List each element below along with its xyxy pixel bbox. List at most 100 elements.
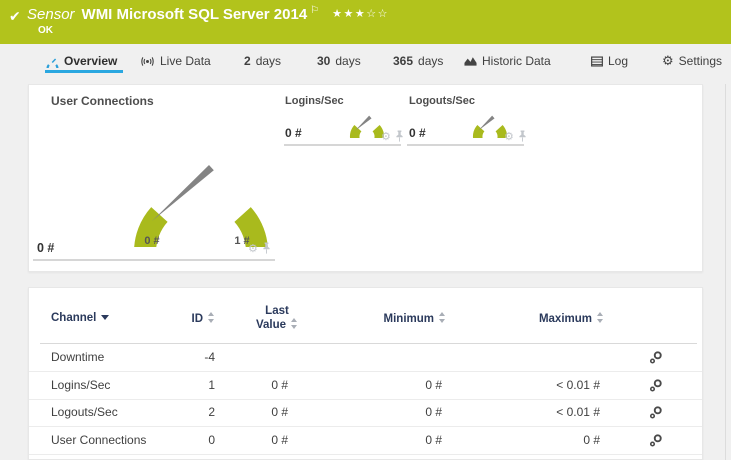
column-header-label: Minimum bbox=[383, 313, 434, 325]
column-header-label: Last bbox=[265, 305, 289, 317]
column-header-id[interactable]: ID bbox=[129, 312, 215, 325]
pin-icon[interactable] bbox=[395, 130, 404, 142]
tab-days-number: 365 bbox=[393, 54, 414, 68]
gauge-scale-min: 0 # bbox=[144, 235, 160, 247]
pin-icon[interactable] bbox=[518, 130, 527, 142]
sensor-page: ✔ Sensor WMI Microsoft SQL Server 2014 ⚐ ★★… bbox=[0, 0, 731, 460]
logouts-gauge-title: Logouts/Sec bbox=[409, 95, 476, 107]
tab-label: Settings bbox=[678, 54, 723, 68]
channel-maximum: < 0.01 # bbox=[556, 378, 600, 392]
gauge-toolbar: ⚙ bbox=[248, 242, 271, 254]
flag-icon[interactable]: ⚐ bbox=[310, 5, 319, 16]
column-header-minimum[interactable]: Minimum bbox=[354, 312, 446, 325]
broadcast-icon bbox=[141, 56, 154, 66]
primary-gauge-value: 0 # bbox=[37, 241, 55, 255]
tab-label: Log bbox=[608, 54, 629, 68]
sensor-title-line: Sensor WMI Microsoft SQL Server 2014 ⚐ ★★★☆… bbox=[27, 5, 389, 23]
logouts-gauge-value: 0 # bbox=[409, 126, 426, 140]
tab-label: Live Data bbox=[160, 54, 211, 68]
sort-arrows-icon bbox=[207, 312, 215, 323]
column-header-last-value[interactable]: Last Value bbox=[242, 305, 312, 332]
channel-last-value: 0 # bbox=[271, 378, 288, 392]
sort-arrows-icon bbox=[438, 312, 446, 323]
column-header-channel[interactable]: Channel bbox=[51, 312, 110, 324]
gauges-panel: User Connections 0 # 1 # 0 # ⚙ Logins/Se… bbox=[28, 84, 703, 272]
channel-name: Logouts/Sec bbox=[51, 405, 118, 419]
gauge-needle bbox=[355, 115, 372, 131]
column-header-label: Maximum bbox=[538, 313, 592, 325]
pin-icon[interactable] bbox=[262, 242, 271, 254]
tab-label: days bbox=[418, 54, 444, 68]
logouts-gauge bbox=[472, 115, 508, 138]
tab-historic-data[interactable]: Historic Data bbox=[464, 54, 551, 68]
channel-settings-icon[interactable] bbox=[641, 344, 671, 371]
gauge-toolbar: ⚙ bbox=[504, 130, 527, 142]
tab-settings[interactable]: ⚙ Settings bbox=[662, 54, 722, 68]
column-header-label: Value bbox=[255, 319, 287, 331]
tab-overview[interactable]: Overview bbox=[46, 54, 117, 68]
tab-2-days[interactable]: 2 days bbox=[244, 54, 281, 68]
active-tab-indicator bbox=[45, 70, 123, 73]
tab-label: Overview bbox=[64, 54, 118, 68]
content-right-edge bbox=[725, 84, 726, 460]
tab-label: Historic Data bbox=[482, 54, 551, 68]
channel-minimum: 0 # bbox=[425, 378, 442, 392]
channel-id: 0 bbox=[208, 433, 215, 447]
channel-settings-icon[interactable] bbox=[641, 427, 671, 454]
gauge-settings-gear-icon[interactable]: ⚙ bbox=[381, 131, 391, 142]
stars-filled: ★★★ bbox=[332, 7, 367, 20]
channel-id: 2 bbox=[208, 405, 215, 419]
channels-table-panel: Channel ID Last Value Minimum Maximum Do… bbox=[28, 287, 703, 460]
tab-label: days bbox=[255, 54, 282, 68]
sensor-kind-label: Sensor bbox=[27, 6, 75, 23]
column-header-maximum[interactable]: Maximum bbox=[511, 312, 604, 325]
table-row-logouts: Logouts/Sec 2 0 # 0 # < 0.01 # bbox=[29, 399, 702, 427]
table-row-user-connections: User Connections 0 0 # 0 # 0 # bbox=[29, 427, 702, 455]
gauge-needle bbox=[478, 115, 495, 131]
tab-live-data[interactable]: Live Data bbox=[140, 54, 211, 68]
tab-log[interactable]: Log bbox=[591, 54, 628, 68]
channel-id: -4 bbox=[204, 350, 215, 364]
gauge-toolbar: ⚙ bbox=[381, 130, 404, 142]
tab-30-days[interactable]: 30 days bbox=[317, 54, 361, 68]
channel-settings-icon[interactable] bbox=[641, 372, 671, 399]
logins-gauge-value: 0 # bbox=[285, 126, 302, 140]
tab-label: days bbox=[335, 54, 361, 68]
channel-settings-icon[interactable] bbox=[641, 399, 671, 426]
gear-icon: ⚙ bbox=[662, 53, 674, 69]
channel-name: Downtime bbox=[51, 350, 105, 364]
channel-name: Logins/Sec bbox=[51, 378, 111, 392]
log-list-icon bbox=[591, 55, 603, 67]
status-ok-check-icon: ✔ bbox=[9, 9, 21, 25]
status-badge: OK bbox=[38, 25, 53, 36]
gauge-needle bbox=[151, 164, 214, 222]
channel-last-value: 0 # bbox=[271, 433, 288, 447]
page-title: WMI Microsoft SQL Server 2014 bbox=[81, 6, 308, 23]
sort-caret-down-icon bbox=[101, 315, 110, 320]
priority-stars[interactable]: ★★★☆☆ bbox=[332, 7, 389, 20]
gauge-icon bbox=[46, 57, 59, 68]
table-row-downtime: Downtime -4 bbox=[29, 344, 702, 372]
gauge-divider bbox=[284, 144, 401, 146]
gauge-divider bbox=[33, 259, 275, 261]
logins-gauge-title: Logins/Sec bbox=[285, 95, 344, 107]
tab-days-number: 2 bbox=[244, 54, 251, 68]
column-header-label: ID bbox=[191, 313, 204, 325]
logins-gauge bbox=[349, 115, 385, 138]
gauge-settings-gear-icon[interactable]: ⚙ bbox=[248, 243, 258, 254]
sort-arrows-icon bbox=[290, 318, 298, 329]
primary-gauge-title: User Connections bbox=[51, 94, 154, 108]
user-connections-gauge bbox=[134, 164, 268, 247]
tab-days-number: 30 bbox=[317, 54, 331, 68]
channel-last-value: 0 # bbox=[271, 405, 288, 419]
channel-maximum: < 0.01 # bbox=[556, 405, 600, 419]
area-chart-icon bbox=[464, 57, 477, 66]
tab-365-days[interactable]: 365 days bbox=[393, 54, 443, 68]
table-row-logins: Logins/Sec 1 0 # 0 # < 0.01 # bbox=[29, 372, 702, 400]
channel-maximum: 0 # bbox=[583, 433, 600, 447]
channel-id: 1 bbox=[208, 378, 215, 392]
gauge-settings-gear-icon[interactable]: ⚙ bbox=[504, 131, 514, 142]
channel-minimum: 0 # bbox=[425, 405, 442, 419]
stars-empty: ☆☆ bbox=[366, 7, 389, 20]
sensor-header: ✔ Sensor WMI Microsoft SQL Server 2014 ⚐ ★★… bbox=[0, 0, 731, 44]
